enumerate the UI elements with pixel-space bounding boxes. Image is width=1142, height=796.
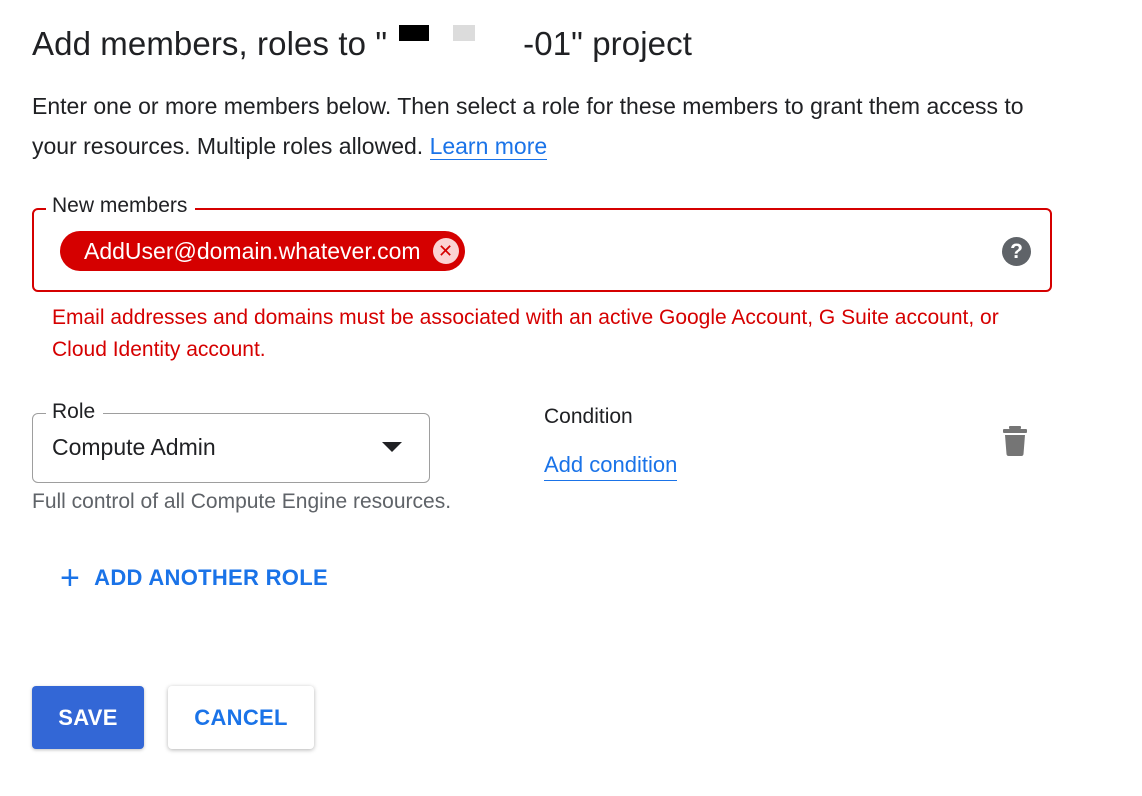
add-condition-link[interactable]: Add condition <box>544 450 678 481</box>
role-label: Role <box>46 398 104 426</box>
delete-icon[interactable] <box>1003 426 1027 456</box>
members-error-message: Email addresses and domains must be asso… <box>52 306 999 361</box>
cancel-button[interactable]: CANCEL <box>168 686 314 749</box>
learn-more-link[interactable]: Learn more <box>429 133 548 160</box>
redacted-block <box>399 25 430 41</box>
redacted-block-light <box>453 25 476 41</box>
plus-icon: + <box>60 559 81 597</box>
condition-label: Condition <box>544 405 633 428</box>
help-icon[interactable]: ? <box>1002 237 1031 266</box>
title-suffix: -01" project <box>523 25 692 62</box>
intro-text: Enter one or more members below. Then se… <box>32 86 1072 166</box>
page-title: Add members, roles to " -01" project <box>32 22 692 66</box>
add-another-role-label: ADD ANOTHER ROLE <box>94 565 328 590</box>
add-another-role-button[interactable]: + ADD ANOTHER ROLE <box>60 559 328 597</box>
save-button[interactable]: SAVE <box>32 686 144 749</box>
role-selected-value: Compute Admin <box>52 434 216 460</box>
role-description: Full control of all Compute Engine resou… <box>32 490 452 513</box>
dropdown-arrow-icon[interactable] <box>382 442 402 452</box>
title-prefix: Add members, roles to " <box>32 25 388 62</box>
new-members-label: New members <box>46 192 196 220</box>
member-chip: AddUser@domain.whatever.com ✕ <box>60 231 465 271</box>
remove-chip-icon[interactable]: ✕ <box>432 238 459 264</box>
member-chip-text: AddUser@domain.whatever.com <box>84 237 421 264</box>
